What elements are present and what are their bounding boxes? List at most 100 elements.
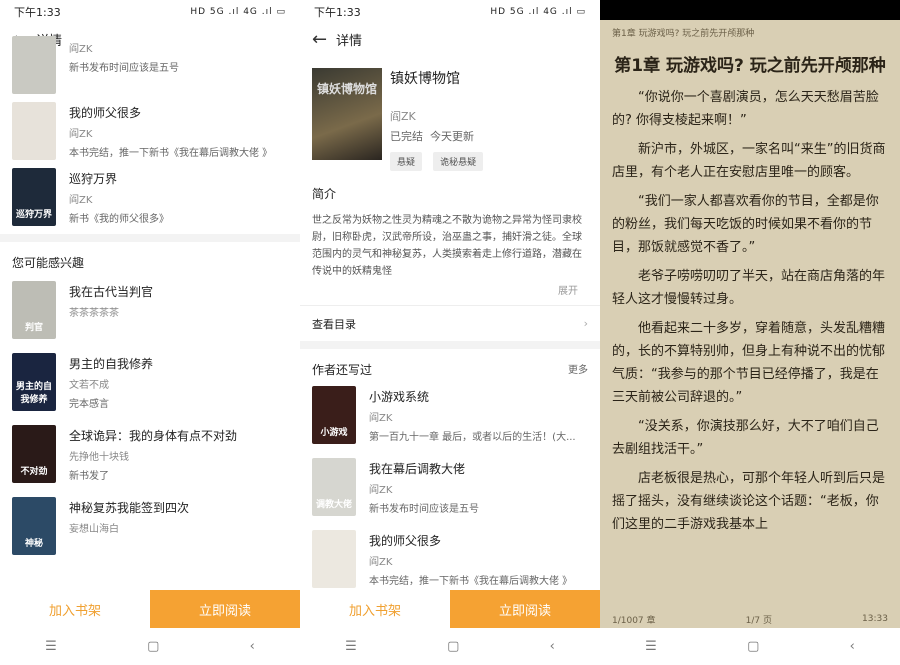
- chapter-title: 第1章 玩游戏吗? 玩之前先开颅那种: [614, 56, 886, 76]
- reader-chapter-header: 第1章 玩游戏吗? 玩之前先开颅那种: [600, 20, 900, 44]
- book-author: 茶茶茶茶茶: [69, 308, 119, 319]
- reader-screen: 第1章 玩游戏吗? 玩之前先开颅那种 第1章 玩游戏吗? 玩之前先开颅那种 “你…: [600, 0, 900, 665]
- more-link[interactable]: 更多: [568, 361, 588, 378]
- book-author[interactable]: 阎ZK: [390, 108, 489, 124]
- system-nav-bar: ☰ ▢ ‹: [300, 628, 600, 665]
- toc-label: 查看目录: [312, 317, 356, 331]
- book-item[interactable]: 判官 我在古代当判官 茶茶茶茶茶: [0, 281, 300, 353]
- home-icon[interactable]: ▢: [147, 639, 159, 654]
- book-cover: 神秘: [12, 497, 56, 555]
- book-desc: 完本感言: [69, 399, 109, 410]
- menu-icon[interactable]: ☰: [345, 639, 357, 654]
- book-cover: 不对劲: [12, 425, 56, 483]
- book-author: 阎ZK: [369, 557, 393, 568]
- reader-content[interactable]: “你说你一个喜剧演员，怎么天天愁眉苦脸的? 你得支棱起来啊！” 新沪市，外城区，一…: [600, 86, 900, 530]
- book-cover: 镇妖博物馆: [312, 68, 382, 160]
- book-title: 我在古代当判官: [69, 285, 154, 299]
- intro-label: 简介: [312, 187, 337, 201]
- reader-paragraph: 老爷子唠唠叨叨了半天，站在商店角落的年轻人这才慢慢转过身。: [612, 269, 886, 307]
- action-bar: 加入书架 立即阅读: [300, 590, 600, 628]
- home-icon[interactable]: ▢: [747, 639, 759, 654]
- book-item[interactable]: 不对劲 全球诡异：我的身体有点不对劲 先挣他十块钱 新书发了: [0, 425, 300, 497]
- chevron-right-icon: ›: [583, 317, 588, 330]
- book-title: 我在幕后调教大佬: [369, 462, 466, 476]
- reader-paragraph: 新沪市，外城区，一家名叫“来生”的旧货商店里，有个老人正在安慰店里唯一的顾客。: [612, 142, 886, 180]
- reader-paragraph: “没关系，你演技那么好，大不了咱们自己去剧组找活干。”: [612, 419, 879, 457]
- book-item[interactable]: 调教大佬 我在幕后调教大佬 阎ZK 新书发布时间应该是五号: [300, 458, 600, 530]
- detail-screen-middle: 下午1:33 HD 5G .ıl 4G .ıl ▭ ← 详情 镇妖博物馆 镇妖博…: [300, 0, 600, 665]
- back-icon[interactable]: ‹: [850, 639, 855, 654]
- chapter-progress: 1/1007 章: [612, 615, 656, 626]
- reader-paragraph: “我们一家人都喜欢看你的节目，全都是你的粉丝，我们每天吃饭的时候如果不看你的节目…: [612, 194, 879, 255]
- book-item[interactable]: 阎ZK 新书发布时间应该是五号: [0, 36, 300, 102]
- book-title: 小游戏系统: [369, 390, 430, 404]
- book-title: 我的师父很多: [69, 106, 142, 120]
- reader-paragraph: 店老板很是热心，可那个年轻人听到后只是摇了摇头，没有继续谈论这个话题：“老板，你…: [612, 471, 886, 530]
- book-item[interactable]: 神秘 神秘复苏我能签到四次 妄想山海白: [0, 497, 300, 569]
- status-bar-black: [600, 0, 900, 20]
- book-desc: 新书发了: [69, 471, 109, 482]
- divider: [0, 234, 300, 242]
- book-title: 巡狩万界: [69, 172, 118, 186]
- tag[interactable]: 悬疑: [390, 152, 423, 171]
- status-icons: HD 5G .ıl 4G .ıl ▭: [190, 7, 286, 17]
- book-cover: 调教大佬: [312, 458, 356, 516]
- reader-paragraph: 他看起来二十多岁，穿着随意，头发乱糟糟的，长的不算特别帅，但身上有种说不出的忧郁…: [612, 321, 886, 405]
- read-now-button[interactable]: 立即阅读: [150, 590, 300, 628]
- book-item[interactable]: 巡狩万界 巡狩万界 阎ZK 新书《我的师父很多》: [0, 168, 300, 234]
- system-nav-bar: ☰ ▢ ‹: [600, 628, 900, 665]
- menu-icon[interactable]: ☰: [45, 639, 57, 654]
- book-cover: [312, 530, 356, 588]
- book-author: 先挣他十块钱: [69, 452, 129, 463]
- add-to-shelf-button[interactable]: 加入书架: [300, 590, 450, 628]
- status-bar: 下午1:33 HD 5G .ıl 4G .ıl ▭: [0, 0, 300, 24]
- book-cover: 男主的自我修养: [12, 353, 56, 411]
- home-icon[interactable]: ▢: [447, 639, 459, 654]
- back-arrow-icon[interactable]: ←: [312, 29, 336, 50]
- back-icon[interactable]: ‹: [550, 639, 555, 654]
- add-to-shelf-button[interactable]: 加入书架: [0, 590, 150, 628]
- book-cover: 小游戏: [312, 386, 356, 444]
- header: ← 详情: [300, 24, 600, 54]
- book-author: 阎ZK: [369, 485, 393, 496]
- book-author: 阎ZK: [69, 44, 93, 55]
- tag[interactable]: 诡秘悬疑: [433, 152, 484, 171]
- menu-icon[interactable]: ☰: [645, 639, 657, 654]
- book-status: 已完结 今天更新: [390, 130, 474, 143]
- book-cover: [12, 36, 56, 94]
- book-header: 镇妖博物馆 镇妖博物馆 阎ZK 已完结 今天更新 悬疑 诡秘悬疑: [300, 54, 600, 171]
- book-desc: 第一百九十一章 最后，或者以后的生活！(大...: [369, 432, 576, 443]
- book-author: 阎ZK: [69, 129, 93, 140]
- reader-footer: 1/1007 章 1/7 页 13:33: [600, 610, 900, 628]
- toc-row[interactable]: 查看目录 ›: [300, 305, 600, 341]
- reader-paragraph: “你说你一个喜剧演员，怎么天天愁眉苦脸的? 你得支棱起来啊！”: [612, 90, 879, 128]
- status-icons: HD 5G .ıl 4G .ıl ▭: [490, 7, 586, 17]
- page-progress: 1/7 页: [745, 615, 772, 626]
- read-now-button[interactable]: 立即阅读: [450, 590, 600, 628]
- page-title: 详情: [336, 33, 363, 49]
- expand-link[interactable]: 展开: [300, 280, 600, 305]
- back-icon[interactable]: ‹: [250, 639, 255, 654]
- book-title: 镇妖博物馆: [390, 71, 460, 87]
- book-item[interactable]: 我的师父很多 阎ZK 本书完结，推一下新书《我在幕后调教大佬 》: [0, 102, 300, 168]
- book-cover: 判官: [12, 281, 56, 339]
- book-item[interactable]: 小游戏 小游戏系统 阎ZK 第一百九十一章 最后，或者以后的生活！(大...: [300, 386, 600, 458]
- section-title: 作者还写过: [312, 363, 373, 377]
- system-nav-bar: ☰ ▢ ‹: [0, 628, 300, 665]
- status-bar: 下午1:33 HD 5G .ıl 4G .ıl ▭: [300, 0, 600, 24]
- book-item[interactable]: 男主的自我修养 男主的自我修养 文若不成 完本感言: [0, 353, 300, 425]
- book-desc: 新书发布时间应该是五号: [69, 63, 179, 74]
- author-section-header: 作者还写过 更多: [300, 349, 600, 386]
- status-time: 下午1:33: [314, 6, 361, 19]
- book-title: 男主的自我修养: [69, 357, 154, 371]
- book-desc: 本书完结，推一下新书《我在幕后调教大佬 》: [369, 576, 573, 587]
- book-desc: 本书完结，推一下新书《我在幕后调教大佬 》: [69, 148, 273, 159]
- book-author: 文若不成: [69, 380, 109, 391]
- book-desc: 新书《我的师父很多》: [69, 214, 169, 225]
- tag-list: 悬疑 诡秘悬疑: [390, 150, 489, 171]
- book-cover: 巡狩万界: [12, 168, 56, 226]
- status-time: 下午1:33: [14, 6, 61, 19]
- book-desc: 新书发布时间应该是五号: [369, 504, 479, 515]
- intro-text: 世之反常为妖物之性灵为精魂之不散为诡物之异常为怪司隶校尉，旧称卧虎，汉武帝所设，…: [312, 215, 582, 277]
- book-cover: [12, 102, 56, 160]
